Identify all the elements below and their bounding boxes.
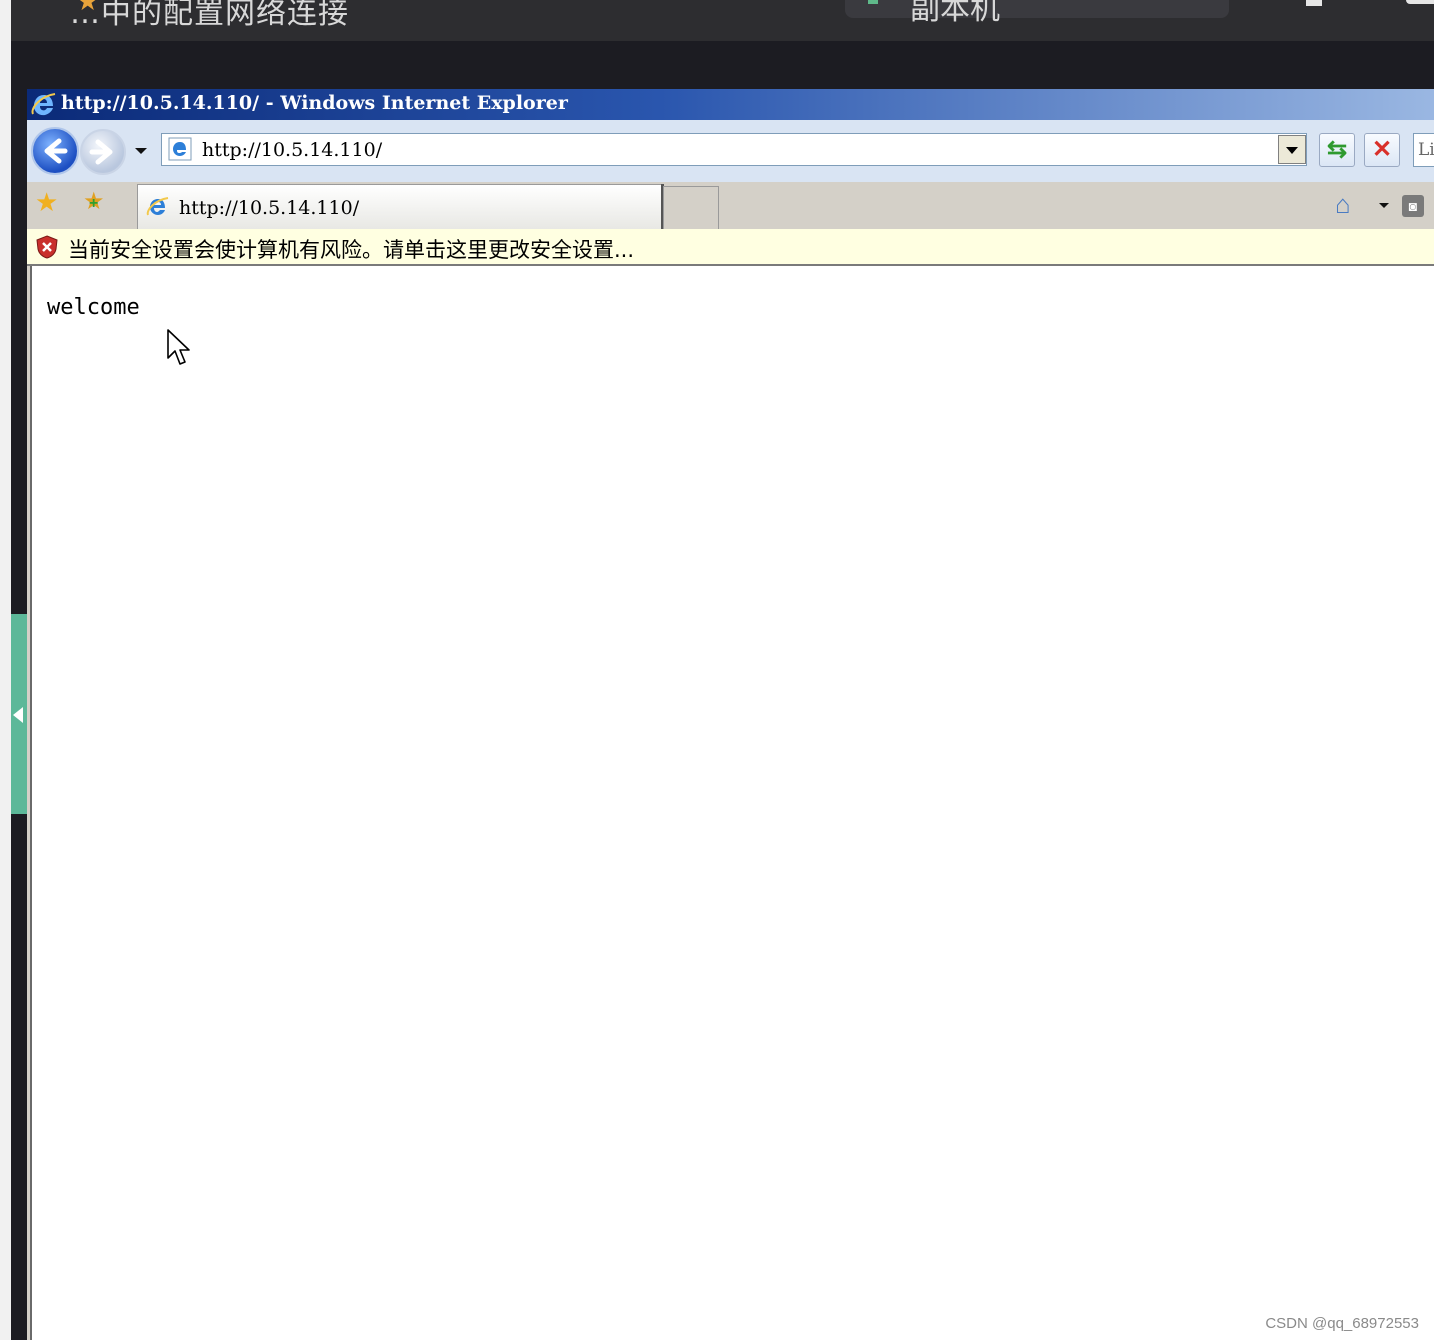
- collapse-arrow-icon: [13, 707, 23, 723]
- home-icon[interactable]: ⌂: [1335, 190, 1351, 218]
- host-window-title: …中的配置网络连接: [70, 0, 349, 31]
- stop-button[interactable]: ✕: [1364, 133, 1400, 167]
- forward-button[interactable]: [80, 129, 126, 175]
- favorites-star-icon[interactable]: ★: [35, 189, 58, 215]
- shield-warning-icon: [36, 235, 58, 259]
- host-control-button[interactable]: [1306, 0, 1322, 6]
- host-tab-icon: [868, 0, 878, 4]
- host-tab-label: 副本机: [910, 0, 1000, 27]
- search-input[interactable]: Li: [1413, 133, 1434, 167]
- ie-window: http://10.5.14.110/ - Windows Internet E…: [27, 89, 1434, 1340]
- window-title: http://10.5.14.110/ - Windows Internet E…: [61, 92, 568, 114]
- security-infobar[interactable]: 当前安全设置会使计算机有风险。请单击这里更改安全设置...: [27, 229, 1434, 266]
- stop-icon: ✕: [1371, 136, 1393, 163]
- search-placeholder: Li: [1418, 140, 1434, 160]
- tab-title: http://10.5.14.110/: [179, 197, 360, 219]
- page-icon: [168, 137, 192, 161]
- host-tab[interactable]: [845, 0, 1229, 18]
- refresh-button[interactable]: ⇆: [1319, 133, 1355, 167]
- refresh-icon: ⇆: [1326, 136, 1348, 163]
- address-dropdown-button[interactable]: [1278, 135, 1306, 164]
- plus-icon: +: [89, 195, 99, 212]
- back-button[interactable]: [31, 127, 79, 175]
- page-text: welcome: [47, 295, 140, 320]
- ie-titlebar: http://10.5.14.110/ - Windows Internet E…: [27, 89, 1434, 120]
- host-control-button[interactable]: [1406, 0, 1434, 4]
- page-content: welcome: [30, 266, 1434, 1340]
- address-bar[interactable]: http://10.5.14.110/: [161, 133, 1307, 166]
- back-arrow-icon: [44, 138, 68, 164]
- mouse-cursor-icon: [167, 329, 190, 365]
- home-dropdown[interactable]: [1379, 203, 1389, 208]
- host-left-edge: [0, 0, 11, 1340]
- address-input[interactable]: http://10.5.14.110/: [202, 139, 382, 161]
- forward-arrow-icon: [89, 139, 113, 165]
- infobar-message: 当前安全设置会使计算机有风险。请单击这里更改安全设置...: [68, 238, 635, 262]
- chevron-down-icon: [1286, 147, 1298, 154]
- tab-active[interactable]: http://10.5.14.110/: [137, 184, 663, 229]
- host-toolbar-band: [11, 41, 1434, 89]
- recent-pages-dropdown[interactable]: [135, 148, 147, 154]
- ie-page-icon: [146, 197, 169, 216]
- ie-logo-icon: [31, 93, 56, 116]
- new-tab-button[interactable]: [663, 186, 719, 229]
- feeds-icon[interactable]: ◙: [1402, 195, 1424, 217]
- watermark: CSDN @qq_68972553: [1265, 1315, 1419, 1332]
